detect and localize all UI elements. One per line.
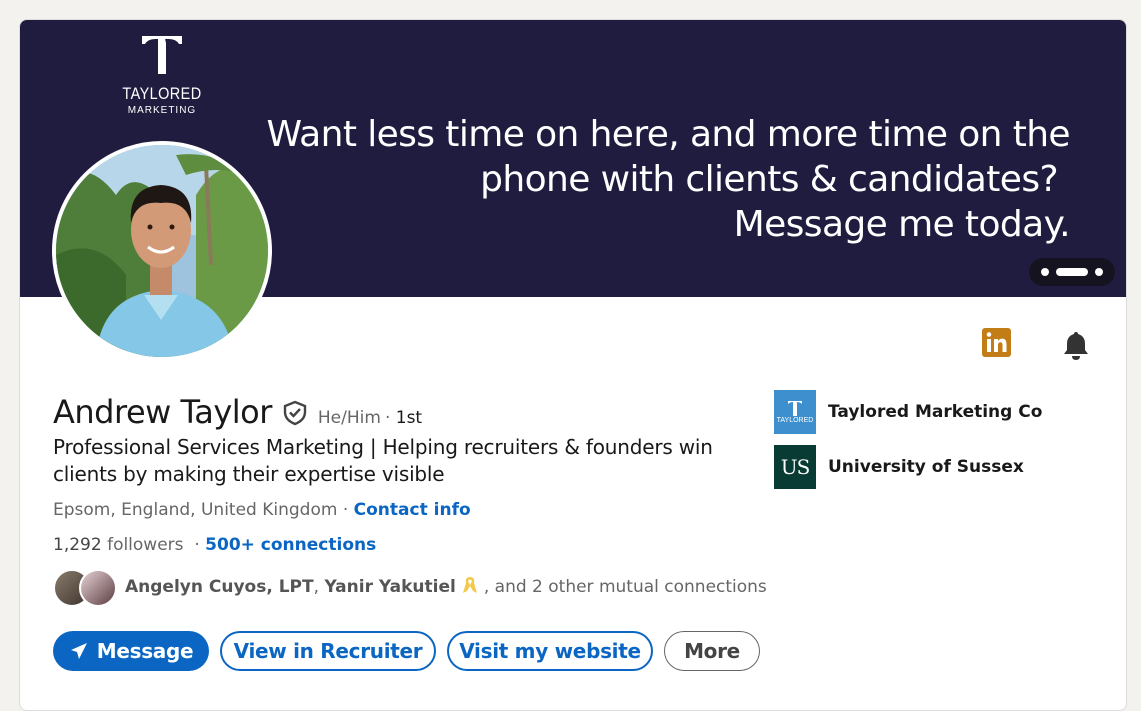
tagline-line: Want less time on here, and more time on… [266,114,1070,155]
verified-shield-icon[interactable] [282,400,308,431]
message-button-label: Message [96,639,194,663]
ribbon-icon [460,575,480,600]
experience-education-list: TAYLORED Taylored Marketing Co US Univer… [774,389,1042,499]
taylored-marketing-logo: TAYLORED [774,389,816,434]
taylored-marketing-logo: TAYLORED MARKETING [112,32,212,116]
profile-card: TAYLORED MARKETING Want less time on her… [19,19,1127,711]
mutual-connections[interactable]: Angelyn Cuyos, LPT, Yanir Yakutiel , and… [53,567,767,607]
banner-tagline: Want less time on here, and more time on… [210,112,1070,247]
university-of-sussex-logo: US [774,444,816,489]
followers-label: followers [107,535,184,555]
visit-website-button[interactable]: Visit my website [447,631,653,671]
followers-count: 1,292 [53,535,102,555]
connections-link[interactable]: 500+ connections [205,535,376,555]
mutual-name: Yanir Yakutiel [324,577,456,597]
more-button[interactable]: More [664,631,760,671]
mutual-avatar [79,569,117,607]
taylored-t-icon [788,401,802,416]
location: Epsom, England, United Kingdom [53,500,338,520]
carousel-dot[interactable] [1095,268,1103,276]
bell-icon[interactable] [1060,329,1092,361]
pronouns: He/Him [317,408,381,428]
mutual-avatars [53,567,117,607]
location-separator: · [342,500,349,520]
location-row: Epsom, England, United Kingdom · Contact… [53,500,471,520]
org-name: University of Sussex [828,456,1024,477]
brand-name: TAYLORED [122,84,202,103]
brand-sub: MARKETING [127,105,197,116]
profile-name: Andrew Taylor [53,393,272,431]
mutual-suffix: , and 2 other mutual connections [483,577,767,597]
profile-photo[interactable] [52,141,272,361]
followers-row: 1,292 followers · 500+ connections [53,535,376,555]
tagline-line: phone with clients & candidates? [480,159,1058,200]
degree-value: 1st [395,408,423,428]
contact-info-link[interactable]: Contact info [354,500,471,520]
send-icon [70,643,87,659]
connection-degree: · 1st [385,408,422,428]
carousel-dot[interactable] [1041,268,1049,276]
mutual-name: Angelyn Cuyos, LPT [125,577,314,597]
tagline-line: Message me today. [733,204,1071,245]
view-in-recruiter-button[interactable]: View in Recruiter [220,631,436,671]
org-item-taylored-marketing[interactable]: TAYLORED Taylored Marketing Co [774,389,1042,434]
org-name: Taylored Marketing Co [828,401,1043,422]
message-button[interactable]: Message [53,631,209,671]
org-logo-text: TAYLORED [776,417,814,424]
degree-separator: · [384,408,391,428]
linkedin-icon[interactable] [982,328,1011,357]
carousel-dot-active[interactable] [1056,268,1088,276]
taylored-t-icon [112,32,212,78]
profile-actions: Message View in Recruiter Visit my websi… [53,631,760,671]
mutual-separator: , [313,577,320,597]
connections-separator: · [194,535,200,555]
name-row: Andrew Taylor He/Him · 1st [53,393,422,431]
profile-headline: Professional Services Marketing | Helpin… [53,435,713,486]
org-item-university-of-sussex[interactable]: US University of Sussex [774,444,1042,489]
banner-carousel-indicator[interactable] [1029,258,1115,286]
